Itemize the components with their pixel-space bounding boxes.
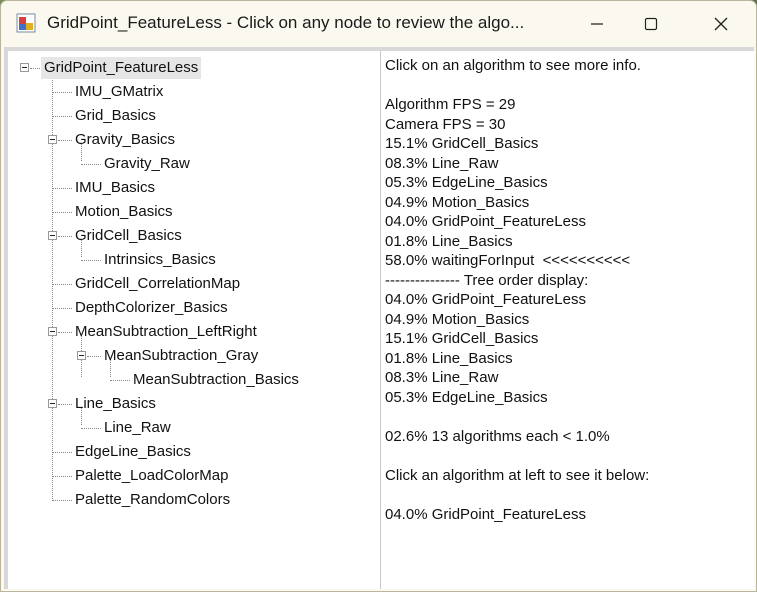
tree-node-label: GridPoint_FeatureLess xyxy=(41,57,202,79)
tree-node[interactable]: EdgeLine_Basics xyxy=(8,441,368,463)
tree-connector-line xyxy=(58,404,72,405)
tree-node-label: GridCell_CorrelationMap xyxy=(75,275,241,292)
info-text-line: Algorithm FPS = 29 xyxy=(385,96,516,113)
tree-node[interactable]: Palette_LoadColorMap xyxy=(8,465,368,487)
collapse-toggle-icon[interactable] xyxy=(48,399,57,408)
tree-connector-line xyxy=(52,500,72,501)
tree-node[interactable]: Intrinsics_Basics xyxy=(8,249,368,271)
minimize-button[interactable] xyxy=(571,1,623,47)
info-text-line: 02.6% 13 algorithms each < 1.0% xyxy=(385,427,610,445)
tree-node[interactable]: Gravity_Basics xyxy=(8,129,368,151)
info-text-line: 04.9% Motion_Basics xyxy=(385,193,530,211)
tree-node[interactable]: Gravity_Raw xyxy=(8,153,368,175)
tree-node-label: MeanSubtraction_Basics xyxy=(133,371,299,388)
tree-node-label: MeanSubtraction_LeftRight xyxy=(75,323,257,340)
tree-connector-line xyxy=(58,332,72,333)
tree-connector-line xyxy=(52,212,72,213)
info-text-line: 08.3% Line_Raw xyxy=(385,154,499,172)
tree-node[interactable]: MeanSubtraction_LeftRight xyxy=(8,321,368,343)
info-text-line: Click on an algorithm to see more info. xyxy=(385,57,641,74)
close-icon xyxy=(714,17,728,31)
tree-connector-line xyxy=(110,380,130,381)
info-text-line: 04.0% GridPoint_FeatureLess xyxy=(385,505,586,523)
info-text-line: 04.0% GridPoint_FeatureLess xyxy=(385,291,586,308)
tree-connector-line xyxy=(58,236,72,237)
collapse-toggle-icon[interactable] xyxy=(48,231,57,240)
tree-node-label: Motion_Basics xyxy=(75,203,173,220)
tree-connector-line xyxy=(52,476,72,477)
info-text-line: 04.9% Motion_Basics xyxy=(385,310,530,328)
info-text-line: 01.8% Line_Basics xyxy=(385,349,513,367)
app-icon xyxy=(16,13,36,33)
window-title: GridPoint_FeatureLess - Click on any nod… xyxy=(47,13,525,32)
collapse-toggle-icon[interactable] xyxy=(20,63,29,72)
info-text-line: 05.3% EdgeLine_Basics xyxy=(385,174,548,191)
tree-node[interactable]: Motion_Basics xyxy=(8,201,368,223)
algorithm-tree-view[interactable]: GridPoint_FeatureLess IMU_GMatrix Grid_Ba… xyxy=(8,51,381,589)
tree-node[interactable]: Grid_Basics xyxy=(8,105,368,127)
tree-node-label: Palette_LoadColorMap xyxy=(75,467,229,484)
client-area: GridPoint_FeatureLess IMU_GMatrix Grid_Ba… xyxy=(4,47,754,589)
tree-connector-line xyxy=(52,116,72,117)
tree-connector-line xyxy=(58,140,72,141)
info-text-line: 05.3% EdgeLine_Basics xyxy=(385,388,548,406)
tree-node[interactable]: GridCell_Basics xyxy=(8,225,368,247)
tree-node-label: Line_Raw xyxy=(104,419,171,436)
collapse-toggle-icon[interactable] xyxy=(48,135,57,144)
tree-node-label: EdgeLine_Basics xyxy=(75,443,191,460)
tree-node-label: DepthColorizer_Basics xyxy=(75,299,228,316)
info-text-line: 15.1% GridCell_Basics xyxy=(385,135,539,152)
info-text-line: Click an algorithm at left to see it bel… xyxy=(385,466,650,484)
tree-node-label: IMU_Basics xyxy=(75,179,156,196)
title-bar[interactable]: GridPoint_FeatureLess - Click on any nod… xyxy=(1,1,756,47)
tree-node-label: Gravity_Raw xyxy=(104,155,190,172)
info-text-line: Camera FPS = 30 xyxy=(385,115,506,133)
tree-connector-line xyxy=(81,260,101,261)
tree-node[interactable]: MeanSubtraction_Gray xyxy=(8,345,368,367)
tree-node-label: MeanSubtraction_Gray xyxy=(104,347,259,364)
tree-connector-line xyxy=(52,308,72,309)
info-text-line: 04.0% GridPoint_FeatureLess xyxy=(385,213,586,230)
close-button[interactable] xyxy=(695,1,747,47)
tree-connector-line xyxy=(81,428,101,429)
info-panel: Click on an algorithm to see more info. A… xyxy=(381,51,754,589)
tree-node-label: Intrinsics_Basics xyxy=(104,251,216,268)
tree-connector-line xyxy=(52,452,72,453)
info-text-line: 08.3% Line_Raw xyxy=(385,369,499,386)
tree-connector-line xyxy=(52,188,72,189)
tree-connector-line xyxy=(52,92,72,93)
info-text-line: 15.1% GridCell_Basics xyxy=(385,330,539,347)
maximize-icon xyxy=(644,17,658,31)
info-text-line: 01.8% Line_Basics xyxy=(385,232,513,250)
tree-node[interactable]: DepthColorizer_Basics xyxy=(8,297,368,319)
tree-node[interactable]: MeanSubtraction_Basics xyxy=(8,369,368,391)
tree-node-label: Gravity_Basics xyxy=(75,131,176,148)
tree-node[interactable]: IMU_Basics xyxy=(8,177,368,199)
tree-node-label: GridCell_Basics xyxy=(75,227,182,244)
tree-connector-line xyxy=(87,356,101,357)
maximize-button[interactable] xyxy=(625,1,677,47)
info-text-line: 58.0% waitingForInput <<<<<<<<<< xyxy=(385,252,631,269)
minimize-icon xyxy=(591,23,603,25)
info-text-line: --------------- Tree order display: xyxy=(385,271,589,289)
tree-connector-line xyxy=(52,284,72,285)
tree-node[interactable]: Line_Basics xyxy=(8,393,368,415)
tree-node-label: Grid_Basics xyxy=(75,107,156,124)
tree-node-label: Palette_RandomColors xyxy=(75,491,231,508)
app-window: GridPoint_FeatureLess - Click on any nod… xyxy=(0,0,757,592)
tree-node[interactable]: IMU_GMatrix xyxy=(8,81,368,103)
collapse-toggle-icon[interactable] xyxy=(77,351,86,360)
tree-node[interactable]: GridCell_CorrelationMap xyxy=(8,273,368,295)
tree-node-root[interactable]: GridPoint_FeatureLess xyxy=(20,57,220,79)
tree-node-label: IMU_GMatrix xyxy=(75,83,164,100)
tree-connector-line xyxy=(81,164,101,165)
tree-node[interactable]: Line_Raw xyxy=(8,417,368,439)
tree-node[interactable]: Palette_RandomColors xyxy=(8,489,368,511)
tree-node-label: Line_Basics xyxy=(75,395,156,412)
collapse-toggle-icon[interactable] xyxy=(48,327,57,336)
